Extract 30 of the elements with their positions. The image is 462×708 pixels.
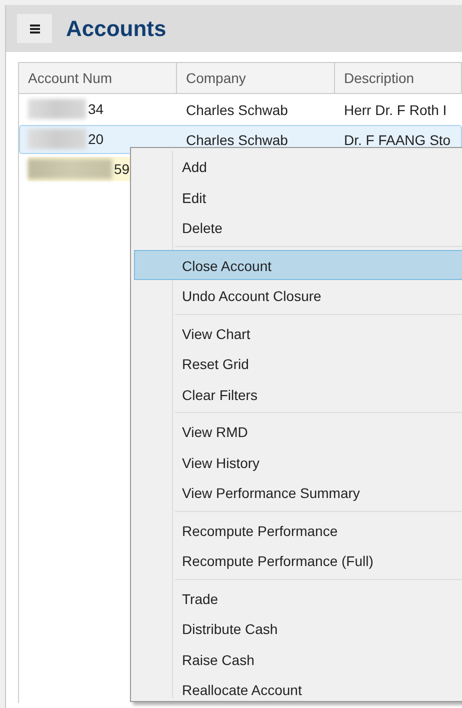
menu-item[interactable]: Clear Filters: [134, 378, 462, 409]
column-header[interactable]: Description: [335, 63, 462, 93]
menu-item[interactable]: Recompute Performance (Full): [134, 545, 462, 576]
menu-item[interactable]: View Performance Summary: [134, 477, 462, 508]
menu-item[interactable]: Edit: [134, 182, 462, 212]
menu-item[interactable]: Trade: [134, 582, 462, 613]
table-cell: Herr Dr. F Roth I: [344, 102, 447, 118]
table-cell: Charles Schwab: [186, 132, 288, 148]
menu-item[interactable]: View RMD: [134, 416, 462, 446]
menu-item[interactable]: Reset Grid: [134, 348, 462, 378]
column-header[interactable]: Account Num: [19, 63, 177, 93]
menu-item[interactable]: Raise Cash: [134, 644, 462, 674]
page-title: Accounts: [66, 16, 166, 42]
column-header[interactable]: Company: [177, 63, 335, 93]
menu-item[interactable]: Distribute Cash: [134, 613, 462, 644]
menu-item[interactable]: Reallocate Account: [134, 674, 462, 704]
menu-item[interactable]: Recompute Performance: [134, 514, 462, 545]
menu-button[interactable]: [17, 14, 52, 43]
redaction-blur: [28, 99, 86, 119]
menu-item[interactable]: Undo Account Closure: [134, 280, 462, 310]
menu-item[interactable]: View History: [134, 446, 462, 477]
menu-item[interactable]: Close Account: [134, 250, 462, 280]
redaction-blur: [28, 129, 86, 149]
account-cell: 34: [28, 97, 112, 121]
account-cell: 20: [28, 127, 112, 151]
table-cell: Charles Schwab: [186, 102, 288, 118]
menu-icon: [28, 22, 40, 34]
menu-item[interactable]: Delete: [134, 212, 462, 242]
menu-item[interactable]: View Chart: [134, 318, 462, 348]
table-cell: Dr. F FAANG Sto: [344, 132, 451, 148]
